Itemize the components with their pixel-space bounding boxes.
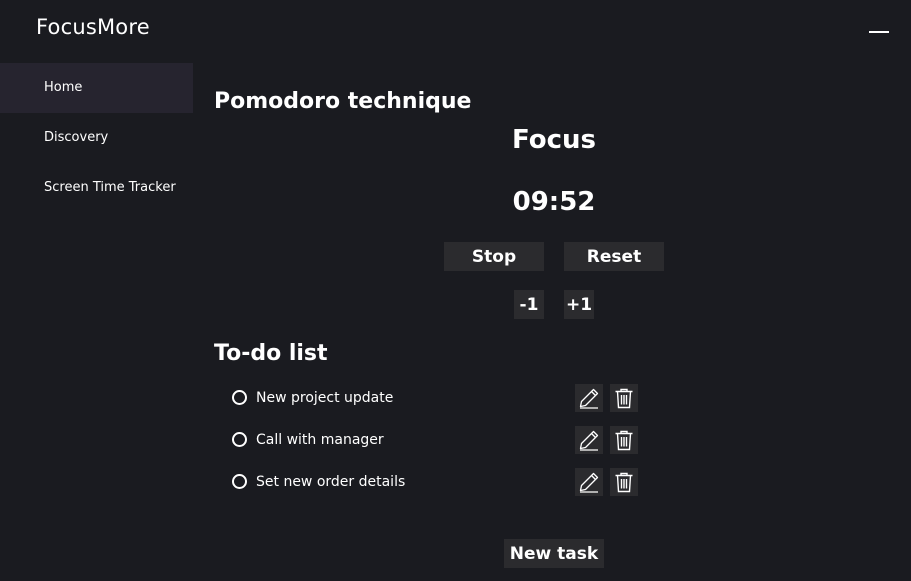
edit-button[interactable] — [575, 468, 603, 496]
reset-button[interactable]: Reset — [564, 242, 664, 271]
circle-icon[interactable] — [232, 474, 247, 489]
app-title: FocusMore — [36, 15, 150, 39]
circle-icon[interactable] — [232, 390, 247, 405]
new-task-button[interactable]: New task — [504, 539, 604, 568]
trash-icon — [615, 388, 633, 409]
todo-item-label: New project update — [256, 390, 394, 406]
pomodoro-title: Pomodoro technique — [214, 89, 472, 114]
timer-display: 09:52 — [512, 187, 596, 217]
sidebar-item-screen-time-tracker[interactable]: Screen Time Tracker — [0, 163, 193, 213]
todo-list: New project update Call with manager Set… — [231, 378, 651, 504]
stop-button[interactable]: Stop — [444, 242, 544, 271]
timer-mode-label: Focus — [512, 125, 596, 155]
pencil-icon — [579, 430, 599, 451]
minimize-icon[interactable] — [869, 31, 889, 33]
sidebar-item-discovery[interactable]: Discovery — [0, 113, 193, 163]
todo-item-label: Call with manager — [256, 432, 384, 448]
todo-item: New project update — [231, 378, 651, 420]
todo-title: To-do list — [214, 341, 328, 366]
delete-button[interactable] — [610, 384, 638, 412]
edit-button[interactable] — [575, 384, 603, 412]
delete-button[interactable] — [610, 468, 638, 496]
delete-button[interactable] — [610, 426, 638, 454]
circle-icon[interactable] — [232, 432, 247, 447]
edit-button[interactable] — [575, 426, 603, 454]
sidebar-item-home[interactable]: Home — [0, 63, 193, 113]
increase-minute-button[interactable]: +1 — [564, 290, 594, 319]
todo-item: Set new order details — [231, 462, 651, 504]
todo-item-label: Set new order details — [256, 474, 406, 490]
trash-icon — [615, 472, 633, 493]
sidebar: Home Discovery Screen Time Tracker — [0, 63, 193, 213]
trash-icon — [615, 430, 633, 451]
pencil-icon — [579, 388, 599, 409]
todo-item: Call with manager — [231, 420, 651, 462]
decrease-minute-button[interactable]: -1 — [514, 290, 544, 319]
pencil-icon — [579, 472, 599, 493]
